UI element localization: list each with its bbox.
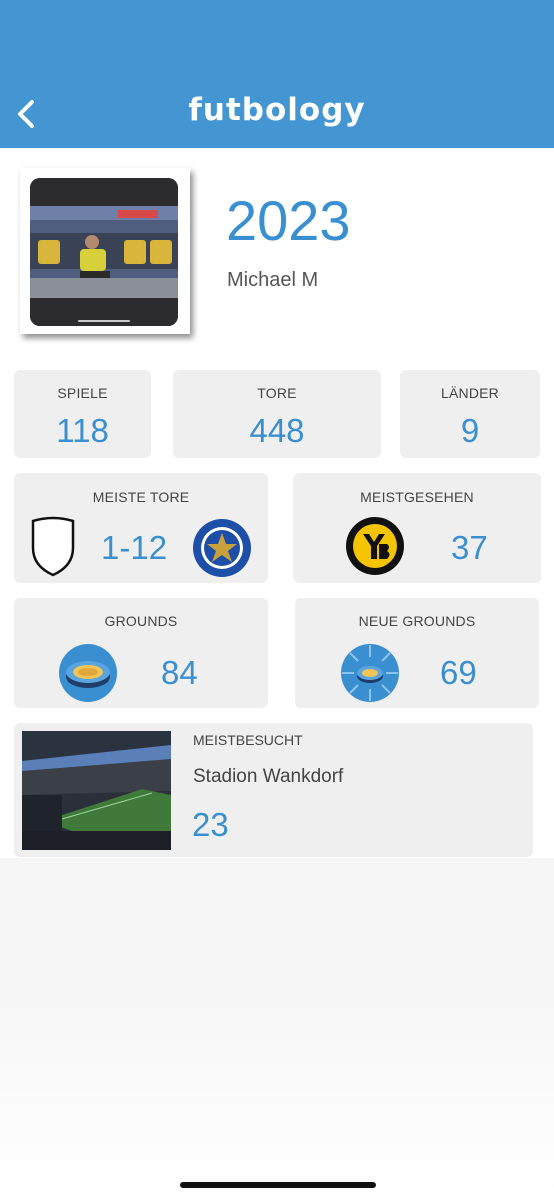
meistgesehen-value: 37: [451, 529, 488, 566]
fc-goldstern-crest-icon: [193, 519, 251, 577]
stadium-burst-icon: [341, 644, 399, 702]
meistbesucht-value: 23: [192, 806, 229, 843]
card-label: MEISTE TORE: [92, 489, 190, 505]
neue-grounds-value: 69: [440, 654, 477, 691]
stat-value: 9: [460, 412, 480, 449]
meistbesucht-label: MEISTBESUCHT: [193, 732, 303, 748]
blank-shield-icon: [31, 516, 75, 577]
stadium-photo: [22, 731, 171, 850]
card-neue-grounds[interactable]: NEUE GROUNDS 69: [295, 598, 539, 708]
stat-label: LÄNDER: [441, 385, 499, 401]
stat-value: 448: [249, 412, 305, 449]
stat-label: TORE: [257, 385, 297, 401]
stat-value: 118: [56, 412, 109, 449]
app-header: futbology: [0, 0, 554, 148]
card-label: MEISTGESEHEN: [360, 489, 474, 505]
card-label: NEUE GROUNDS: [358, 613, 476, 629]
card-label: GROUNDS: [104, 613, 178, 629]
bsc-young-boys-crest-icon: [346, 517, 404, 575]
meistbesucht-stadium-name: Stadion Wankdorf: [193, 766, 344, 787]
app-logo: futbology: [188, 92, 366, 128]
stat-label: SPIELE: [57, 385, 108, 401]
user-name: Michael M: [227, 269, 319, 291]
stat-card-tore[interactable]: TORE 448: [173, 370, 381, 458]
card-meistgesehen[interactable]: MEISTGESEHEN 37: [293, 473, 541, 583]
score-value: 1-12: [101, 529, 168, 566]
grounds-value: 84: [161, 654, 198, 691]
home-indicator[interactable]: [180, 1182, 376, 1188]
stadium-icon: [59, 644, 117, 702]
card-grounds[interactable]: GROUNDS 84: [14, 598, 268, 708]
stat-card-laender[interactable]: LÄNDER 9: [400, 370, 540, 458]
year-title: 2023: [226, 189, 351, 252]
card-meiste-tore[interactable]: MEISTE TORE 1-12: [14, 473, 268, 583]
profile-photo-image: [30, 178, 178, 326]
profile-photo[interactable]: [20, 168, 190, 334]
stat-card-spiele[interactable]: SPIELE 118: [14, 370, 151, 458]
